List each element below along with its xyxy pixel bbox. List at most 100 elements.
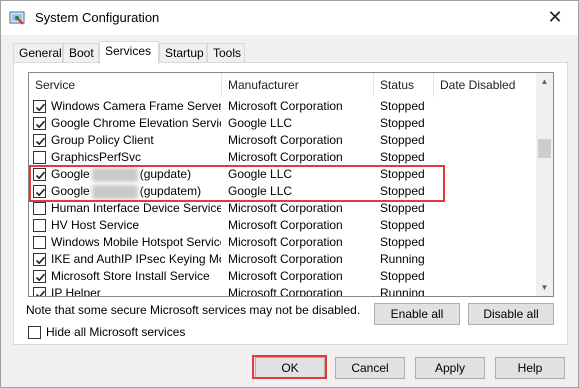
service-checkbox[interactable] xyxy=(33,185,46,198)
service-row[interactable]: Group Policy Client Microsoft Corporation… xyxy=(29,132,537,149)
service-manufacturer: Microsoft Corporation xyxy=(228,99,343,113)
system-configuration-window: System Configuration ✕ General Boot Serv… xyxy=(0,0,579,388)
column-header-manufacturer[interactable]: Manufacturer xyxy=(222,73,374,97)
service-name-text: Windows Mobile Hotspot Service xyxy=(51,235,221,249)
service-date-disabled xyxy=(440,98,536,115)
service-name: Group Policy Client xyxy=(51,132,221,149)
service-status: Stopped xyxy=(380,201,425,215)
service-status: Stopped xyxy=(380,235,425,249)
service-name: GraphicsPerfSvc xyxy=(51,149,221,166)
service-name: Google (gupdatem) xyxy=(51,183,221,200)
scrollbar-thumb[interactable] xyxy=(538,139,551,158)
service-row[interactable]: GraphicsPerfSvc Microsoft Corporation Stop… xyxy=(29,149,537,166)
service-date-disabled xyxy=(440,217,536,234)
service-status: Stopped xyxy=(380,99,425,113)
title-bar: System Configuration ✕ xyxy=(1,1,578,35)
window-title: System Configuration xyxy=(35,10,160,25)
service-status: Stopped xyxy=(380,218,425,232)
service-checkbox[interactable] xyxy=(33,134,46,147)
service-status: Stopped xyxy=(380,150,425,164)
column-header-date-disabled[interactable]: Date Disabled xyxy=(434,73,537,97)
service-row[interactable]: HV Host Service Microsoft Corporation Stop… xyxy=(29,217,537,234)
service-manufacturer: Microsoft Corporation xyxy=(228,269,343,283)
service-checkbox[interactable] xyxy=(33,236,46,249)
service-name: Windows Camera Frame Server xyxy=(51,98,221,115)
service-checkbox[interactable] xyxy=(33,151,46,164)
service-name-text: Google xyxy=(51,167,90,181)
disable-all-button[interactable]: Disable all xyxy=(468,303,554,325)
service-name: HV Host Service xyxy=(51,217,221,234)
service-date-disabled xyxy=(440,183,536,200)
column-header-service[interactable]: Service xyxy=(29,73,222,97)
service-row[interactable]: IP Helper Microsoft Corporation Running xyxy=(29,285,537,297)
service-name-text: Windows Camera Frame Server xyxy=(51,99,221,113)
services-list[interactable]: Service Manufacturer Status Date Disable… xyxy=(28,72,554,297)
service-manufacturer: Google LLC xyxy=(228,184,293,198)
service-row[interactable]: Windows Camera Frame Server Microsoft Cor… xyxy=(29,98,537,115)
service-status: Stopped xyxy=(380,116,425,130)
secure-services-note: Note that some secure Microsoft services… xyxy=(26,303,361,317)
service-date-disabled xyxy=(440,285,536,296)
service-checkbox[interactable] xyxy=(33,219,46,232)
service-date-disabled xyxy=(440,149,536,166)
service-name-text: HV Host Service xyxy=(51,218,140,232)
service-name-text: Google Chrome Elevation Service xyxy=(51,116,221,130)
service-name-text: Human Interface Device Service xyxy=(51,201,221,215)
service-manufacturer: Microsoft Corporation xyxy=(228,235,343,249)
ok-button[interactable]: OK xyxy=(255,357,325,379)
msconfig-icon xyxy=(9,11,25,25)
service-name: IP Helper xyxy=(51,285,221,297)
scroll-up-arrow-icon[interactable]: ▲ xyxy=(536,73,553,90)
service-name-text: Google xyxy=(51,184,90,198)
service-date-disabled xyxy=(440,268,536,285)
service-row[interactable]: Google (gupdate) Google LLC Stopped xyxy=(29,166,537,183)
service-status: Stopped xyxy=(380,184,425,198)
service-status: Running xyxy=(380,252,425,266)
service-row[interactable]: Microsoft Store Install Service Microsoft… xyxy=(29,268,537,285)
tab-general[interactable]: General xyxy=(13,43,63,63)
service-name: Google Chrome Elevation Service xyxy=(51,115,221,132)
service-rows: Windows Camera Frame Server Microsoft Cor… xyxy=(29,98,537,297)
hide-ms-services-label: Hide all Microsoft services xyxy=(46,325,186,339)
column-header-status[interactable]: Status xyxy=(374,73,434,97)
tab-tools[interactable]: Tools xyxy=(207,43,245,63)
tab-startup[interactable]: Startup xyxy=(159,43,207,63)
service-name-text: Group Policy Client xyxy=(51,133,154,147)
vertical-scrollbar[interactable]: ▲ ▼ xyxy=(536,73,553,296)
enable-all-button[interactable]: Enable all xyxy=(374,303,460,325)
close-button[interactable]: ✕ xyxy=(542,6,568,28)
apply-button[interactable]: Apply xyxy=(415,357,485,379)
service-name: Human Interface Device Service xyxy=(51,200,221,217)
service-name: Microsoft Store Install Service xyxy=(51,268,221,285)
service-row[interactable]: IKE and AuthIP IPsec Keying Mo... Microso… xyxy=(29,251,537,268)
cancel-button[interactable]: Cancel xyxy=(335,357,405,379)
scroll-down-arrow-icon[interactable]: ▼ xyxy=(536,279,553,296)
service-checkbox[interactable] xyxy=(33,100,46,113)
service-manufacturer: Microsoft Corporation xyxy=(228,218,343,232)
service-date-disabled xyxy=(440,251,536,268)
service-checkbox[interactable] xyxy=(33,270,46,283)
hide-ms-services-checkbox[interactable] xyxy=(28,326,41,339)
service-checkbox[interactable] xyxy=(33,168,46,181)
redacted-text-blur xyxy=(91,167,138,182)
service-date-disabled xyxy=(440,234,536,251)
service-date-disabled xyxy=(440,166,536,183)
service-name-text: IP Helper xyxy=(51,286,101,297)
service-checkbox[interactable] xyxy=(33,202,46,215)
service-manufacturer: Google LLC xyxy=(228,167,293,181)
service-status: Stopped xyxy=(380,269,425,283)
service-manufacturer: Microsoft Corporation xyxy=(228,201,343,215)
service-name-suffix: (gupdatem) xyxy=(139,184,202,198)
service-row[interactable]: Windows Mobile Hotspot Service Microsoft … xyxy=(29,234,537,251)
service-row[interactable]: Human Interface Device Service Microsoft … xyxy=(29,200,537,217)
service-manufacturer: Microsoft Corporation xyxy=(228,252,343,266)
service-name-text: GraphicsPerfSvc xyxy=(51,150,142,164)
service-row[interactable]: Google (gupdatem) Google LLC Stopped xyxy=(29,183,537,200)
service-row[interactable]: Google Chrome Elevation Service Google LL… xyxy=(29,115,537,132)
help-button[interactable]: Help xyxy=(495,357,565,379)
service-checkbox[interactable] xyxy=(33,287,46,296)
service-checkbox[interactable] xyxy=(33,253,46,266)
tab-services[interactable]: Services xyxy=(99,41,159,64)
service-checkbox[interactable] xyxy=(33,117,46,130)
tab-boot[interactable]: Boot xyxy=(63,43,99,63)
